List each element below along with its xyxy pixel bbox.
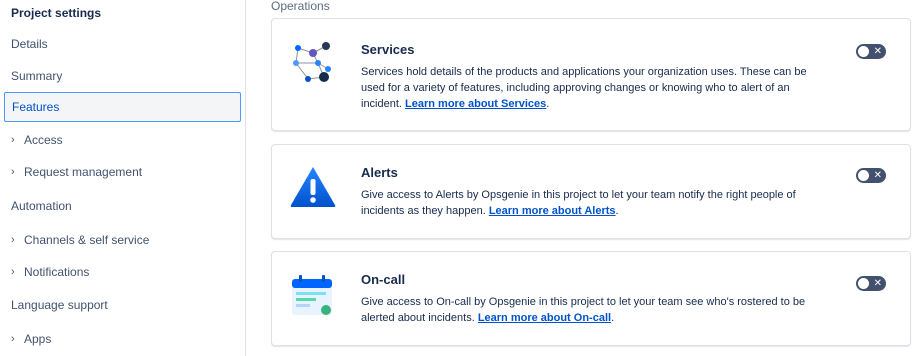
feature-title: Alerts — [361, 165, 398, 180]
sidebar-item-summary[interactable]: Summary — [0, 61, 241, 91]
sidebar-item-label: Apps — [24, 332, 52, 346]
sidebar-item-apps[interactable]: › Apps — [0, 324, 241, 354]
feature-card-on-call: On-call Give access to On-call by Opsgen… — [271, 251, 911, 346]
learn-more-alerts-link[interactable]: Learn more about Alerts — [489, 205, 616, 217]
section-heading: Operations — [271, 0, 330, 13]
sidebar-item-label: Notifications — [24, 265, 90, 279]
chevron-right-icon: › — [11, 234, 15, 246]
chevron-right-icon: › — [11, 266, 15, 278]
close-icon: ✕ — [873, 278, 882, 289]
chevron-right-icon: › — [11, 166, 15, 178]
learn-more-on-call-link[interactable]: Learn more about On-call — [478, 312, 611, 324]
sidebar-item-notifications[interactable]: › Notifications — [0, 257, 241, 287]
sidebar-item-label: Channels & self service — [24, 233, 150, 247]
feature-description-end: . — [615, 205, 619, 217]
project-settings-sidebar: Project settings Details Summary Feature… — [0, 0, 246, 356]
toggle-knob — [858, 46, 869, 57]
calendar-icon — [288, 273, 338, 323]
sidebar-item-label: Language support — [11, 298, 108, 312]
feature-card-services: Services Services hold details of the pr… — [271, 18, 911, 131]
close-icon: ✕ — [873, 46, 882, 57]
feature-description: Give access to On-call by Opsgenie in th… — [361, 294, 823, 326]
chevron-right-icon: › — [11, 134, 15, 146]
on-call-toggle[interactable]: ✕ — [856, 276, 886, 291]
features-main: Operations Services Services hold detail… — [246, 0, 920, 356]
feature-title: On-call — [361, 272, 406, 287]
sidebar-item-automation[interactable]: Automation — [0, 191, 241, 221]
feature-description-end: . — [546, 98, 550, 110]
sidebar-item-label: Details — [11, 37, 48, 51]
sidebar-item-label: Features — [12, 100, 60, 114]
sidebar-item-request-management[interactable]: › Request management — [0, 157, 241, 187]
services-toggle[interactable]: ✕ — [856, 44, 886, 59]
sidebar-item-features[interactable]: Features — [4, 92, 241, 122]
alert-triangle-icon — [288, 165, 338, 215]
services-network-icon — [288, 41, 338, 91]
toggle-knob — [858, 278, 869, 289]
feature-card-alerts: Alerts Give access to Alerts by Opsgenie… — [271, 144, 911, 239]
sidebar-item-details[interactable]: Details — [0, 29, 241, 59]
sidebar-item-label: Access — [24, 133, 63, 147]
sidebar-item-access[interactable]: › Access — [0, 125, 241, 155]
sidebar-item-channels-self-service[interactable]: › Channels & self service — [0, 225, 241, 255]
chevron-right-icon: › — [11, 333, 15, 345]
close-icon: ✕ — [873, 170, 882, 181]
learn-more-services-link[interactable]: Learn more about Services — [405, 98, 546, 110]
alerts-toggle[interactable]: ✕ — [856, 168, 886, 183]
feature-description: Services hold details of the products an… — [361, 64, 823, 112]
sidebar-item-language-support[interactable]: Language support — [0, 290, 241, 320]
sidebar-item-label: Request management — [24, 165, 143, 179]
feature-title: Services — [361, 42, 415, 57]
toggle-knob — [858, 170, 869, 181]
sidebar-item-label: Summary — [11, 69, 63, 83]
sidebar-title: Project settings — [11, 6, 102, 20]
sidebar-item-label: Automation — [11, 199, 72, 213]
feature-description: Give access to Alerts by Opsgenie in thi… — [361, 187, 823, 219]
feature-description-end: . — [611, 312, 615, 324]
